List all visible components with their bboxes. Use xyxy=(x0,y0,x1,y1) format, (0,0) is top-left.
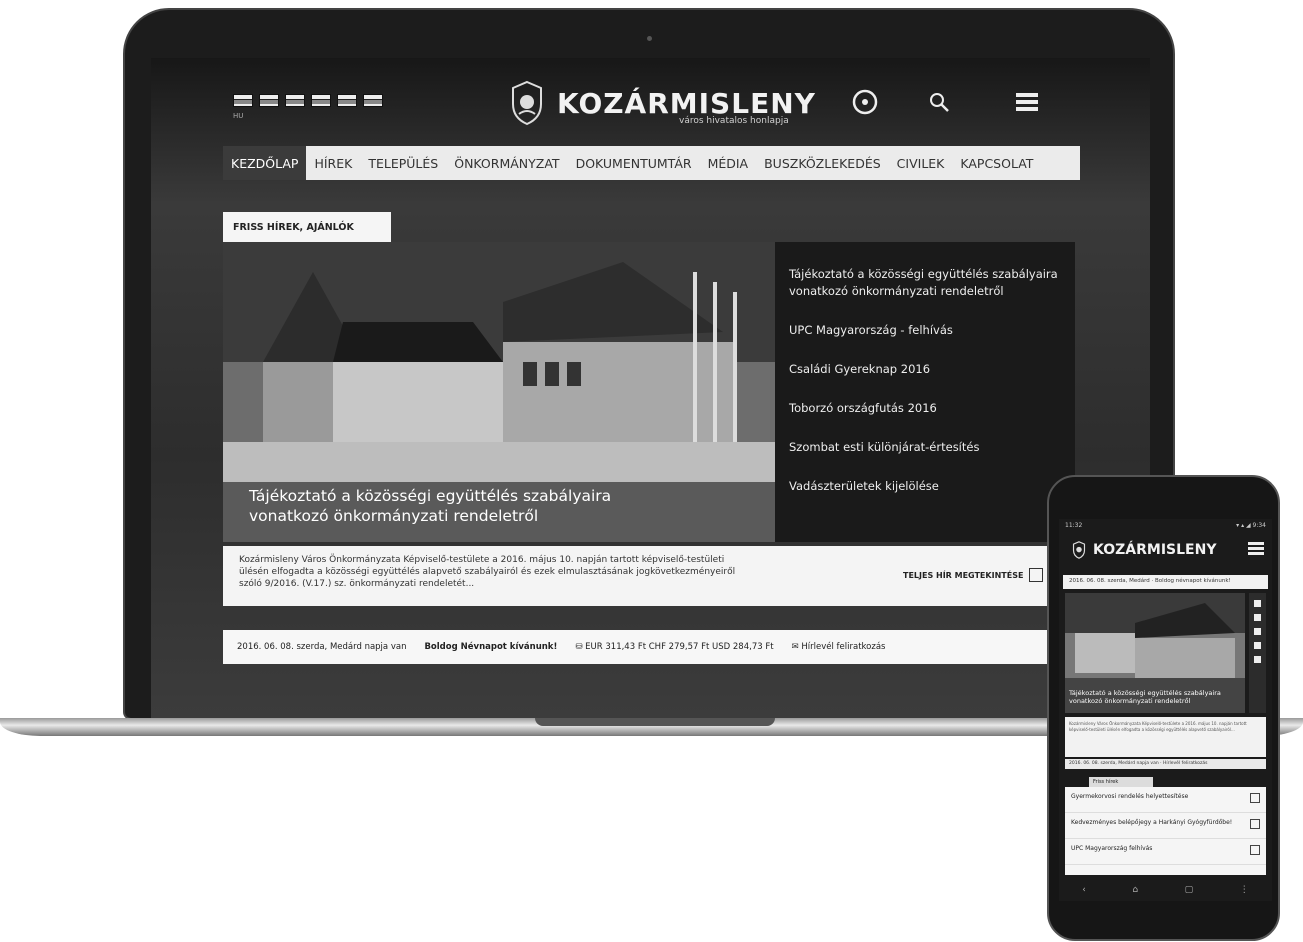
nav-item-telepules[interactable]: TELEPÜLÉS xyxy=(360,146,446,180)
laptop-screen: HU KOZÁRMISLENY város hivatalos honlapja xyxy=(151,58,1150,720)
flag-icon-hu[interactable] xyxy=(233,94,253,107)
phone-slider-dots xyxy=(1249,593,1266,713)
phone-featured-caption[interactable]: Tájékoztató a közösségi együttélés szabá… xyxy=(1069,689,1239,705)
arrow-box-icon xyxy=(1250,819,1260,829)
search-icon[interactable] xyxy=(925,88,953,116)
slide-dot[interactable] xyxy=(1254,600,1261,607)
nav-item-buszkozlekedes[interactable]: BUSZKÖZLEKEDÉS xyxy=(756,146,889,180)
language-flags xyxy=(233,94,383,107)
list-item[interactable]: UPC Magyarország felhívás xyxy=(1065,839,1266,865)
newsletter-link[interactable]: ✉ Hírlevél feliratkozás xyxy=(792,642,886,652)
news-item[interactable]: Szombat esti különjárat-értesítés xyxy=(789,439,1061,456)
home-icon[interactable]: ⌂ xyxy=(1132,885,1138,895)
coin-icon: ⛁ xyxy=(575,642,583,652)
news-item[interactable]: Vadászterületek kijelölése xyxy=(789,478,1061,495)
phone-nav-bar: ‹ ⌂ ▢ ⋮ xyxy=(1059,879,1272,901)
featured-tab[interactable]: FRISS HÍREK, AJÁNLÓK xyxy=(223,212,391,242)
nav-item-onkormanyzat[interactable]: ÖNKORMÁNYZAT xyxy=(446,146,567,180)
ticker-date: 2016. 06. 08. szerda, Medárd napja van xyxy=(237,642,407,652)
phone-excerpt: Kozármisleny Város Önkormányzata Képvise… xyxy=(1065,717,1266,757)
mail-icon: ✉ xyxy=(791,642,799,652)
news-item[interactable]: Tájékoztató a közösségi együttélés szabá… xyxy=(789,266,1061,300)
more-icon[interactable]: ⋮ xyxy=(1240,885,1249,895)
news-item[interactable]: Toborzó országfutás 2016 xyxy=(789,400,1061,417)
info-ticker: 2016. 06. 08. szerda, Medárd napja van B… xyxy=(223,630,1075,664)
main-nav: KEZDŐLAP HÍREK TELEPÜLÉS ÖNKORMÁNYZAT DO… xyxy=(223,146,1080,180)
featured-news-list: Tájékoztató a közösségi együttélés szabá… xyxy=(775,242,1075,542)
featured-panel: Tájékoztató a közösségi együttélés szabá… xyxy=(223,242,1075,542)
ticker-greeting: Boldog Névnapot kívánunk! xyxy=(424,642,558,652)
arrow-box-icon xyxy=(1029,568,1044,582)
flag-icon-hr[interactable] xyxy=(311,94,331,107)
read-more-button[interactable]: TELJES HÍR MEGTEKINTÉSE xyxy=(903,568,1044,582)
camera-dot xyxy=(647,36,652,41)
flag-icon-fr[interactable] xyxy=(337,94,357,107)
status-time: 11:32 xyxy=(1065,522,1083,529)
list-item[interactable]: Gyermekorvosi rendelés helyettesítése xyxy=(1065,787,1266,813)
read-more-label: TELJES HÍR MEGTEKINTÉSE xyxy=(903,570,1024,580)
featured-excerpt: Kozármisleny Város Önkormányzata Képvise… xyxy=(223,546,1075,606)
slide-dot[interactable] xyxy=(1254,614,1261,621)
menu-icon[interactable] xyxy=(1248,541,1264,555)
logo-subtitle: város hivatalos honlapja xyxy=(679,116,789,126)
arrow-box-icon xyxy=(1250,845,1260,855)
news-item[interactable]: Családi Gyereknap 2016 xyxy=(789,361,1061,378)
slide-dot[interactable] xyxy=(1254,656,1261,663)
exchange-rates: ⛁ EUR 311,43 Ft CHF 279,57 Ft USD 284,73… xyxy=(575,642,774,652)
language-label: HU xyxy=(233,112,244,120)
nav-item-kapcsolat[interactable]: KAPCSOLAT xyxy=(952,146,1041,180)
phone-frame: 11:32 ▾ ▴ ◢ 9:34 KOZÁRMISLENY 2016. 06. … xyxy=(1047,475,1280,941)
featured-photo[interactable]: Tájékoztató a közösségi együttélés szabá… xyxy=(223,242,775,542)
nav-item-hirek[interactable]: HÍREK xyxy=(306,146,360,180)
status-icons: ▾ ▴ ◢ 9:34 xyxy=(1236,522,1266,529)
crest-icon xyxy=(512,80,542,126)
phone-screen: 11:32 ▾ ▴ ◢ 9:34 KOZÁRMISLENY 2016. 06. … xyxy=(1059,519,1272,901)
nav-item-dokumentumtar[interactable]: DOKUMENTUMTÁR xyxy=(568,146,700,180)
laptop-frame: HU KOZÁRMISLENY város hivatalos honlapja xyxy=(123,8,1175,720)
laptop-notch xyxy=(535,718,775,726)
menu-icon[interactable] xyxy=(1013,88,1041,116)
phone-news-list: Gyermekorvosi rendelés helyettesítése Ke… xyxy=(1065,787,1266,875)
phone-ticker: 2016. 06. 08. szerda, Medárd napja van ·… xyxy=(1065,759,1266,769)
flag-icon-de[interactable] xyxy=(285,94,305,107)
site-header: HU KOZÁRMISLENY város hivatalos honlapja xyxy=(151,58,1150,140)
logo-text: KOZÁRMISLENY xyxy=(557,86,816,120)
nav-item-civilek[interactable]: CIVILEK xyxy=(889,146,953,180)
flag-icon-fi[interactable] xyxy=(363,94,383,107)
excerpt-text: Kozármisleny Város Önkormányzata Képvise… xyxy=(239,555,736,589)
slide-dot[interactable] xyxy=(1254,642,1261,649)
nav-item-media[interactable]: MÉDIA xyxy=(700,146,757,180)
arrow-box-icon xyxy=(1250,793,1260,803)
featured-caption[interactable]: Tájékoztató a közösségi együttélés szabá… xyxy=(249,486,669,526)
list-item[interactable]: Kedvezményes belépőjegy a Harkányi Gyógy… xyxy=(1065,813,1266,839)
phone-logo-text[interactable]: KOZÁRMISLENY xyxy=(1093,542,1216,558)
flag-icon-en[interactable] xyxy=(259,94,279,107)
phone-news-tab[interactable]: Friss hírek xyxy=(1089,777,1153,787)
recents-icon[interactable]: ▢ xyxy=(1185,885,1194,895)
accessibility-icon[interactable] xyxy=(851,88,879,116)
news-item[interactable]: UPC Magyarország - felhívás xyxy=(789,322,1061,339)
phone-status-bar: 11:32 ▾ ▴ ◢ 9:34 xyxy=(1059,519,1272,533)
back-icon[interactable]: ‹ xyxy=(1082,885,1086,895)
nav-item-kezdolap[interactable]: KEZDŐLAP xyxy=(223,146,307,180)
phone-header: KOZÁRMISLENY xyxy=(1059,533,1272,567)
crest-icon xyxy=(1072,541,1086,559)
phone-date-bar: 2016. 06. 08. szerda, Medárd · Boldog né… xyxy=(1063,575,1268,589)
slide-dot[interactable] xyxy=(1254,628,1261,635)
